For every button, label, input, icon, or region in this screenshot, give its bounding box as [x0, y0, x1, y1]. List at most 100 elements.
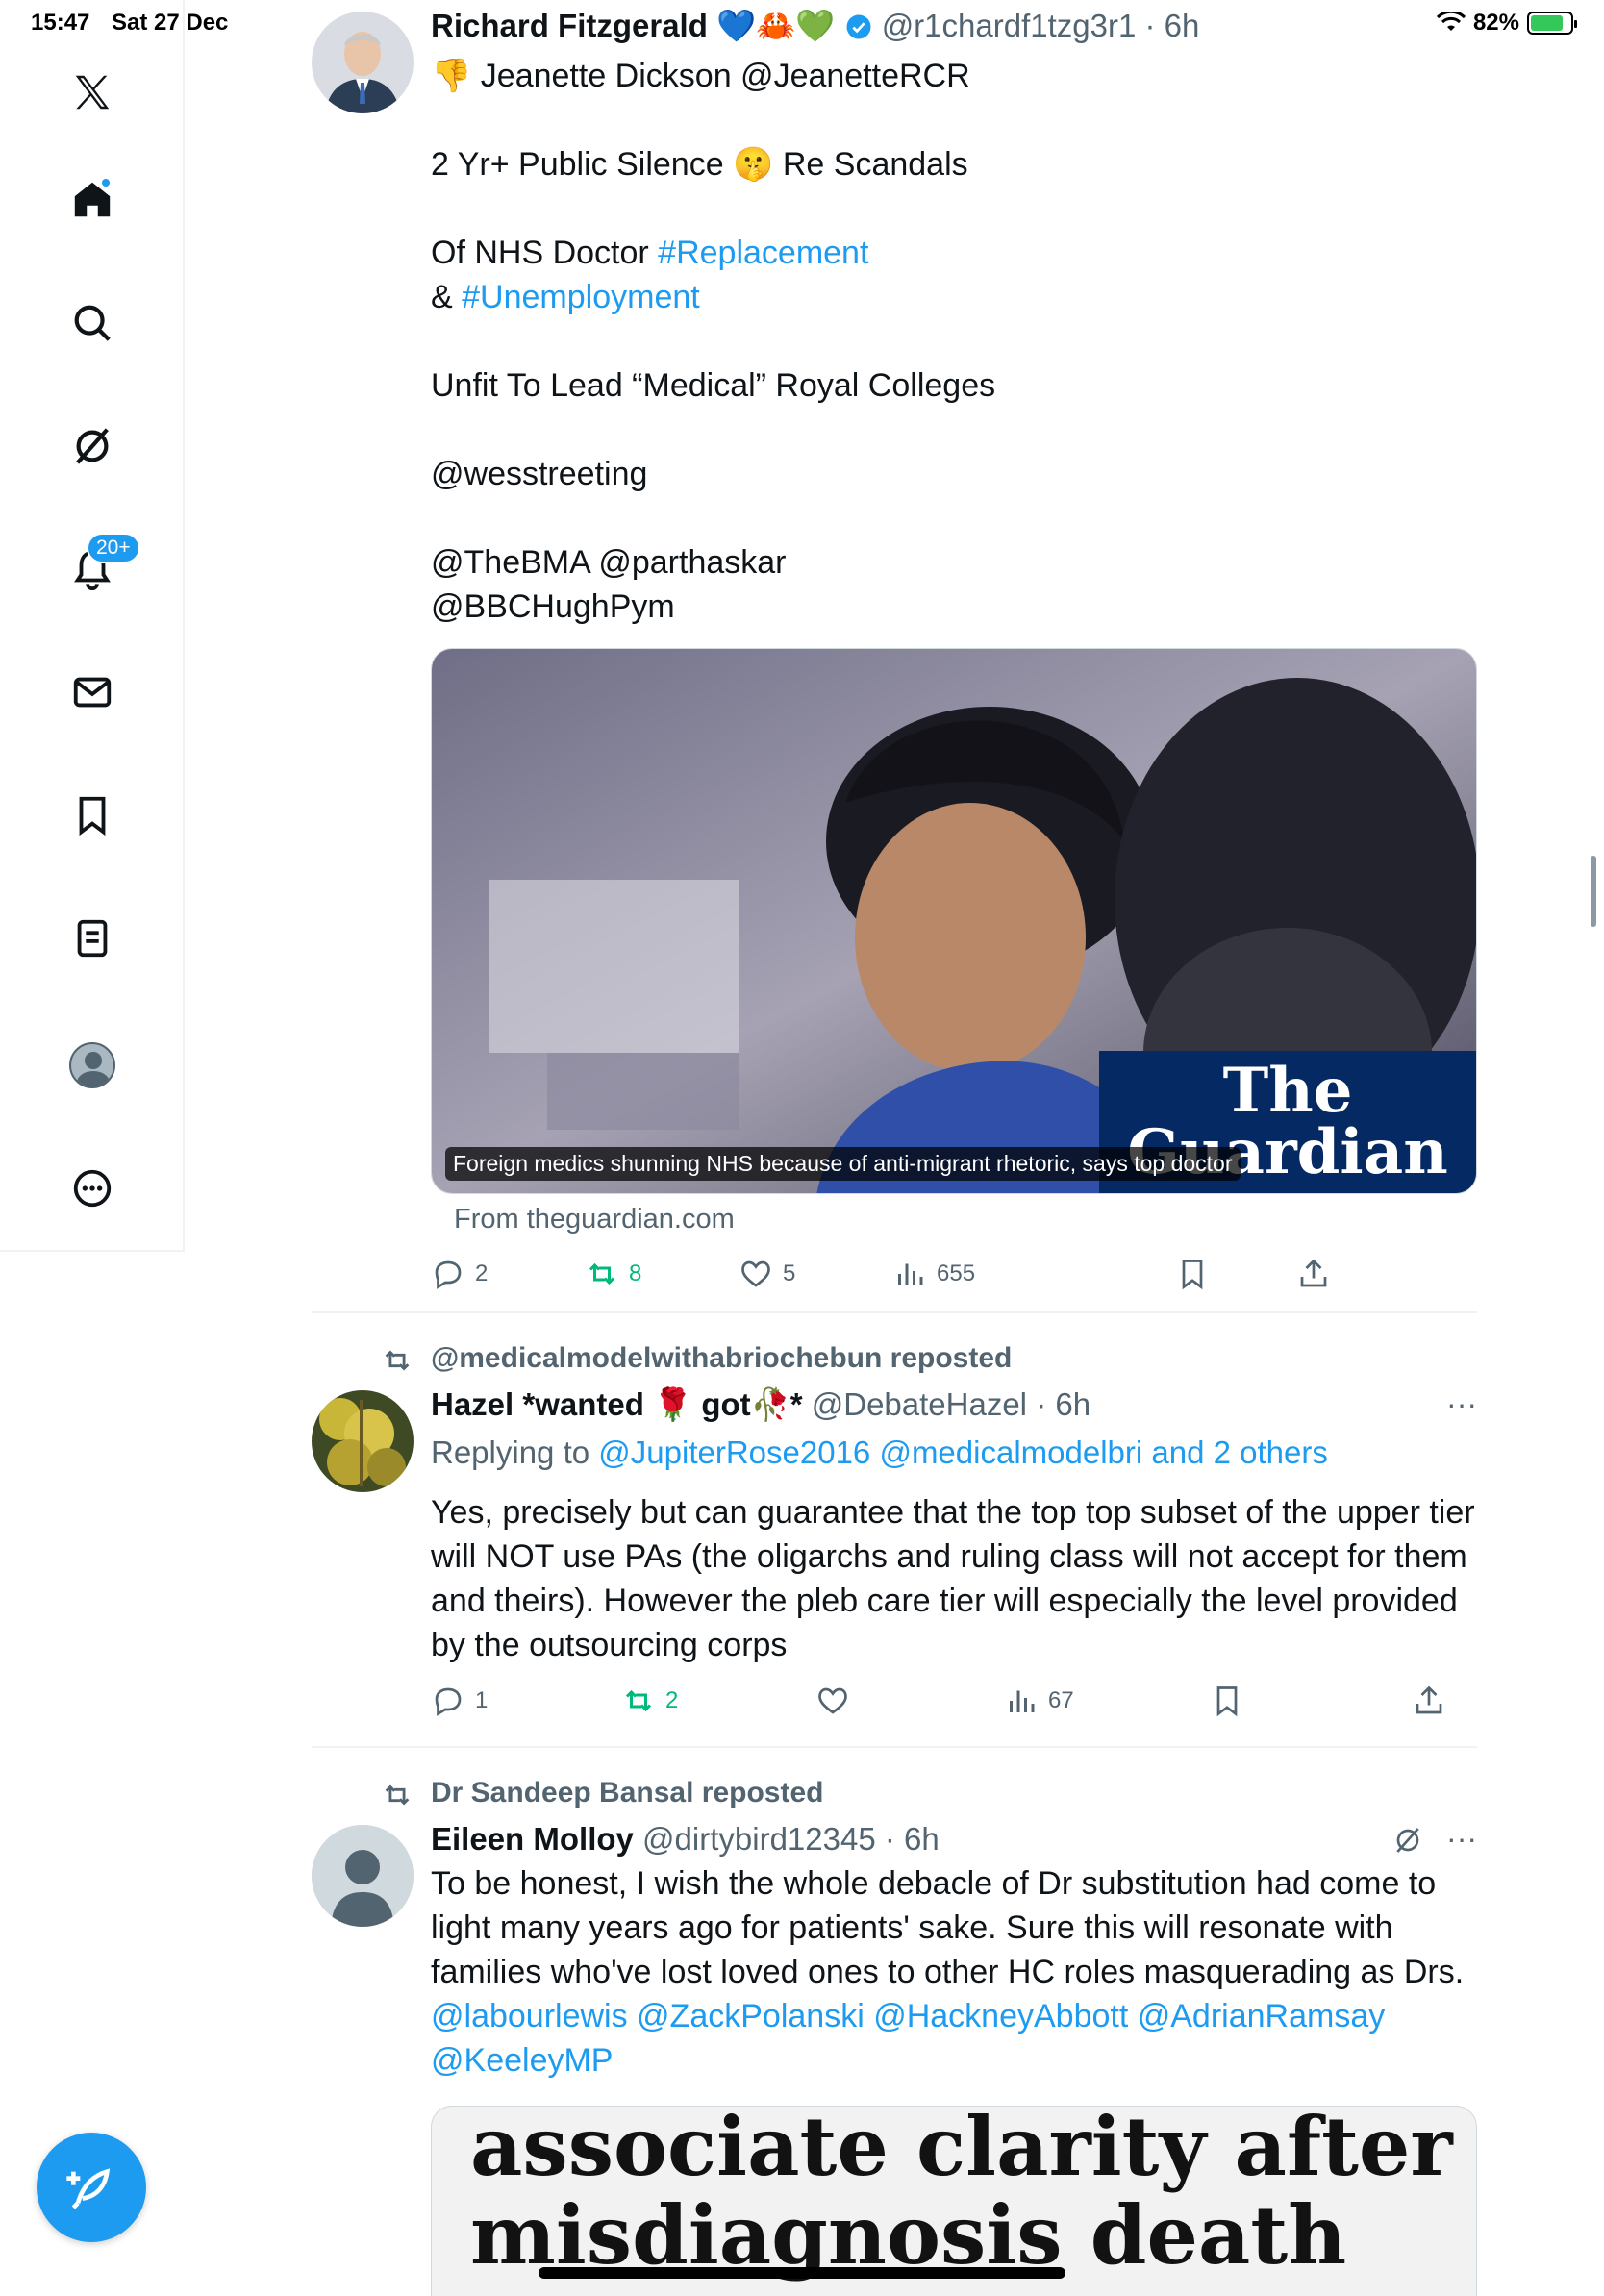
- replying-to-links[interactable]: @JupiterRose2016 @medicalmodelbri and 2 …: [598, 1435, 1328, 1470]
- tweet-line: Of NHS Doctor: [431, 235, 649, 271]
- tweet-text: Yes, precisely but can guarantee that th…: [431, 1494, 1475, 1663]
- link-card-image[interactable]: The Guardian Foreign medics shunning NHS…: [431, 648, 1477, 1194]
- tweet-card[interactable]: @medicalmodelwithabriochebun reposted Ha…: [312, 1313, 1477, 1746]
- thumbs-down-emoji: 👎: [431, 58, 472, 94]
- tweet-line: 2 Yr+ Public Silence: [431, 146, 724, 183]
- share-icon: [1300, 1259, 1327, 1287]
- tweet-line: Jeanette Dickson @JeanetteRCR: [480, 58, 970, 94]
- views-count: 655: [937, 1260, 976, 1286]
- shush-emoji: 🤫: [733, 146, 774, 183]
- heart-icon: [741, 1260, 770, 1287]
- views-button[interactable]: 655: [892, 1257, 975, 1291]
- like-count: 5: [783, 1260, 796, 1286]
- profile-icon[interactable]: [63, 1036, 121, 1094]
- battery-percent: 82%: [1472, 10, 1519, 36]
- messages-icon[interactable]: [63, 663, 121, 721]
- repost-small-icon: [385, 1784, 410, 1806]
- author-avatar[interactable]: [312, 12, 414, 113]
- reply-button[interactable]: 2: [431, 1257, 488, 1291]
- notifications-icon[interactable]: 20+: [63, 533, 140, 598]
- bookmark-icon: [1216, 1686, 1238, 1717]
- tweet-line: &: [431, 279, 453, 315]
- mention-line: @TheBMA @parthaskar: [431, 544, 787, 581]
- hashtag-link[interactable]: #Replacement: [658, 235, 868, 271]
- more-icon[interactable]: [63, 1160, 121, 1217]
- author-name[interactable]: Richard Fitzgerald: [431, 8, 708, 43]
- author-handle[interactable]: @r1chardf1tzg3r1: [882, 8, 1137, 43]
- mention-line: @BBCHughPym: [431, 588, 675, 625]
- tweet-line: Unfit To Lead “Medical” Royal Colleges: [431, 367, 996, 404]
- home-indicator[interactable]: [539, 2267, 1065, 2279]
- bookmark-button[interactable]: [1175, 1257, 1210, 1291]
- notifications-badge: 20+: [87, 533, 140, 563]
- x-logo-icon[interactable]: [63, 63, 121, 121]
- mention-links[interactable]: @labourlewis @ZackPolanski @HackneyAbbot…: [431, 1994, 1477, 2038]
- repost-icon: [625, 1689, 652, 1712]
- tweet-actions: 1 2 67: [431, 1679, 1477, 1723]
- share-icon: [1416, 1685, 1442, 1714]
- views-icon: [898, 1263, 923, 1285]
- replying-prefix: Replying to: [431, 1435, 590, 1470]
- hashtag-link[interactable]: #Unemployment: [462, 279, 700, 315]
- repost-by-text[interactable]: Dr Sandeep Bansal reposted: [431, 1777, 823, 1809]
- reply-icon: [435, 1260, 462, 1289]
- tweet-actions: 2 8 5 655: [431, 1252, 1477, 1296]
- author-name[interactable]: Hazel *wanted 🌹 got🥀*: [431, 1386, 803, 1422]
- reply-button[interactable]: 1: [431, 1684, 488, 1718]
- share-button[interactable]: [1412, 1684, 1446, 1718]
- repost-by-text[interactable]: @medicalmodelwithabriochebun reposted: [431, 1342, 1012, 1374]
- tweet-card[interactable]: Richard Fitzgerald 💙🦀💚 @r1chardf1tzg3r1 …: [312, 0, 1477, 1311]
- mention-line: @wesstreeting: [431, 456, 648, 492]
- bookmark-icon: [1182, 1260, 1203, 1290]
- tweet-time[interactable]: · 6h: [1145, 8, 1200, 43]
- default-avatar[interactable]: [312, 1825, 414, 1927]
- bookmarks-icon[interactable]: [63, 786, 121, 844]
- battery-icon: [1527, 12, 1577, 35]
- repost-icon: [589, 1262, 615, 1285]
- reply-count: 2: [475, 1260, 489, 1286]
- headline-line: associate clarity after: [470, 2106, 1453, 2194]
- views-button[interactable]: 67: [1004, 1684, 1074, 1718]
- link-card-source[interactable]: From theguardian.com: [454, 1204, 735, 1235]
- repost-indicator: Dr Sandeep Bansal reposted: [385, 1777, 823, 1809]
- replying-to-line: Replying to @JupiterRose2016 @medicalmod…: [431, 1435, 1328, 1471]
- scrollbar[interactable]: [1591, 856, 1596, 927]
- more-options-icon[interactable]: ···: [1446, 1821, 1477, 1857]
- search-icon[interactable]: [63, 294, 121, 352]
- repost-small-icon: [385, 1350, 410, 1371]
- repost-button[interactable]: 8: [585, 1257, 641, 1291]
- home-icon[interactable]: [63, 171, 121, 229]
- tweet-card[interactable]: Dr Sandeep Bansal reposted Eileen Molloy…: [312, 1748, 1477, 2296]
- repost-button[interactable]: 2: [621, 1684, 678, 1718]
- guardian-logo-line1: The: [1222, 1055, 1353, 1127]
- tweet-time[interactable]: · 6h: [1036, 1386, 1090, 1422]
- mention-links[interactable]: @KeeleyMP: [431, 2038, 1477, 2083]
- repost-indicator: @medicalmodelwithabriochebun reposted: [385, 1342, 1012, 1375]
- lists-icon[interactable]: [63, 910, 121, 967]
- home-unread-dot: [100, 177, 112, 188]
- author-handle[interactable]: @DebateHazel: [812, 1386, 1027, 1422]
- tweet-time[interactable]: · 6h: [885, 1821, 940, 1857]
- repost-count: 8: [629, 1260, 642, 1286]
- author-emojis: 💙🦀💚: [716, 8, 836, 43]
- tweet-text: 👎 Jeanette Dickson @JeanetteRCR 2 Yr+ Pu…: [431, 54, 1469, 629]
- bookmark-button[interactable]: [1210, 1684, 1244, 1718]
- like-button[interactable]: 5: [739, 1257, 795, 1291]
- author-handle[interactable]: @dirtybird12345: [642, 1821, 876, 1857]
- author-avatar[interactable]: [312, 1390, 414, 1492]
- compose-button[interactable]: [37, 2133, 146, 2242]
- reply-icon: [435, 1687, 462, 1716]
- like-button[interactable]: [815, 1684, 850, 1718]
- grok-icon[interactable]: [63, 417, 121, 475]
- compose-feather-icon: [66, 2168, 111, 2209]
- profile-avatar: [69, 1042, 115, 1088]
- tweet-body: To be honest, I wish the whole debacle o…: [431, 1865, 1465, 1990]
- views-count: 67: [1048, 1687, 1074, 1713]
- sidebar: 20+: [0, 0, 185, 1250]
- tweet-text: To be honest, I wish the whole debacle o…: [431, 1861, 1477, 2083]
- grok-explain-icon[interactable]: [1392, 1825, 1423, 1860]
- more-options-icon[interactable]: ···: [1446, 1386, 1477, 1422]
- share-button[interactable]: [1296, 1257, 1331, 1291]
- author-name[interactable]: Eileen Molloy: [431, 1821, 634, 1857]
- link-card-caption: Foreign medics shunning NHS because of a…: [445, 1147, 1241, 1181]
